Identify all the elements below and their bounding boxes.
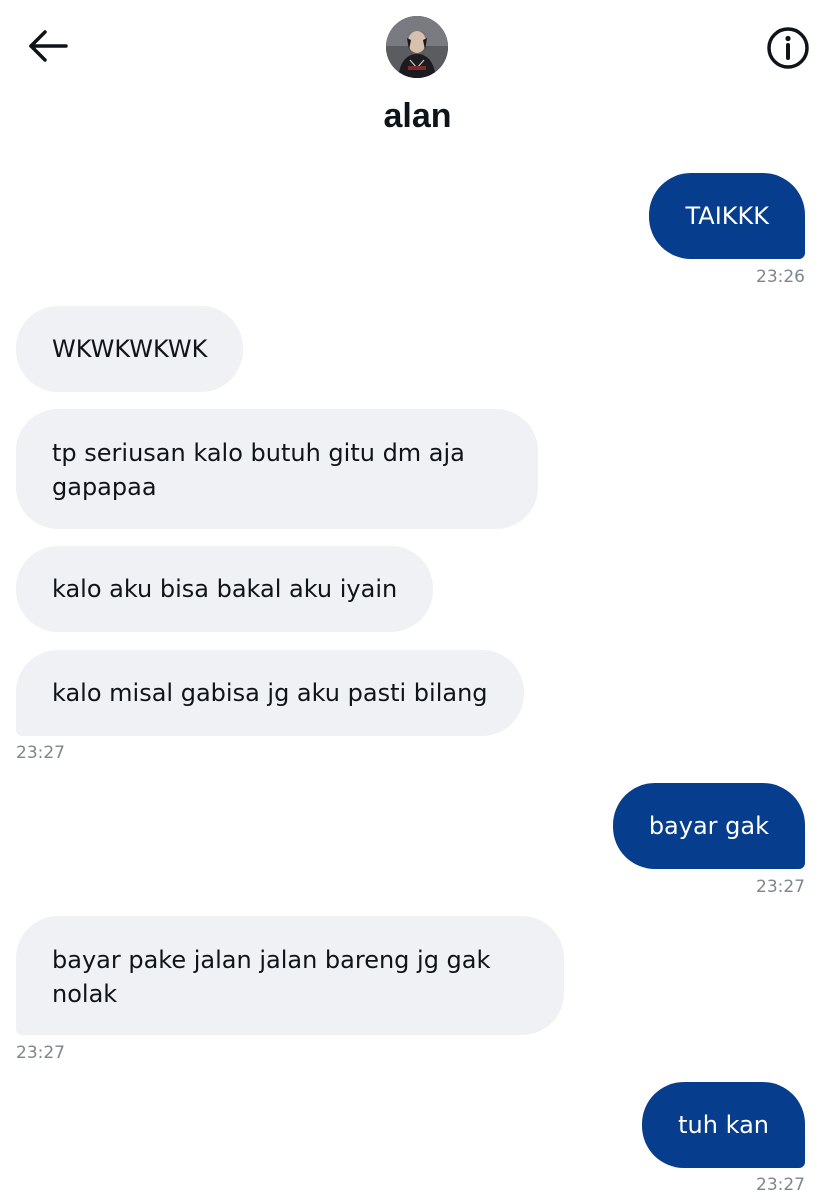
message-text: tp seriusan kalo butuh gitu dm aja gapap…	[52, 439, 465, 501]
message-timestamp: 23:26	[756, 267, 805, 287]
message-text: bayar gak	[648, 812, 769, 840]
message-text: kalo misal gabisa jg aku pasti bilang	[52, 679, 488, 707]
message-timestamp: 23:27	[16, 1043, 65, 1063]
incoming-message[interactable]: WKWKWKWK	[16, 306, 244, 392]
info-button[interactable]	[764, 24, 812, 72]
info-circle-icon	[767, 27, 809, 69]
message-timestamp: 23:27	[756, 1175, 805, 1195]
incoming-message[interactable]: kalo aku bisa bakal aku iyain	[16, 546, 434, 632]
arrow-left-icon	[29, 30, 68, 62]
conversation-header: alan	[0, 0, 835, 150]
profile-photo	[386, 16, 448, 78]
outgoing-message[interactable]: TAIKKK	[649, 173, 805, 259]
avatar[interactable]	[386, 16, 448, 78]
incoming-message[interactable]: bayar pake jalan jalan bareng jg gak nol…	[16, 916, 564, 1035]
message-text: TAIKKK	[685, 202, 769, 230]
back-button[interactable]	[24, 26, 72, 66]
message-text: WKWKWKWK	[52, 335, 208, 363]
message-text: tuh kan	[678, 1111, 769, 1139]
message-timestamp: 23:27	[756, 877, 805, 897]
message-timestamp: 23:27	[16, 743, 65, 763]
message-text: bayar pake jalan jalan bareng jg gak nol…	[52, 946, 491, 1008]
incoming-message[interactable]: kalo misal gabisa jg aku pasti bilang	[16, 650, 524, 736]
incoming-message[interactable]: tp seriusan kalo butuh gitu dm aja gapap…	[16, 409, 538, 529]
message-text: kalo aku bisa bakal aku iyain	[52, 575, 398, 603]
outgoing-message[interactable]: tuh kan	[642, 1082, 805, 1168]
outgoing-message[interactable]: bayar gak	[612, 783, 805, 869]
conversation-title: alan	[383, 97, 452, 135]
